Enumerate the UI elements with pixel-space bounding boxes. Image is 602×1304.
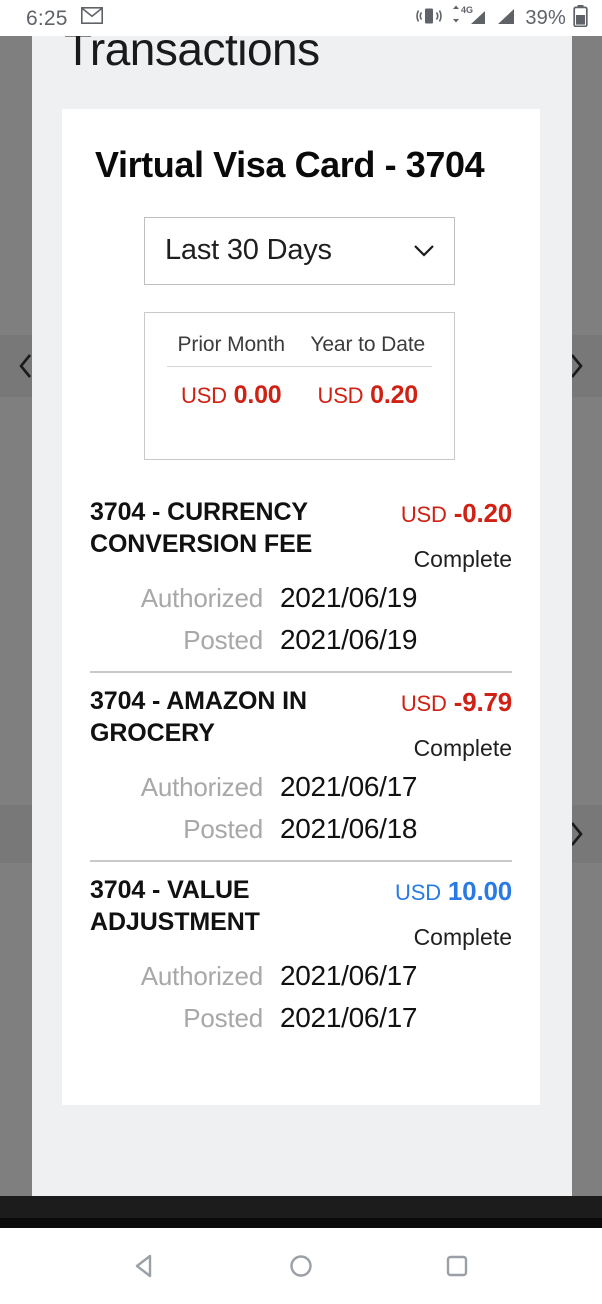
transaction-posted-line: Posted 2021/06/18 xyxy=(90,808,512,850)
status-bar-right: 4G 39% xyxy=(416,4,588,32)
gmail-icon xyxy=(80,7,103,29)
table-row[interactable]: 3704 - CURRENCY CONVERSION FEE USD -0.20… xyxy=(90,484,512,671)
transaction-dates: Authorized 2021/06/17 Posted 2021/06/17 xyxy=(90,955,512,1039)
summary-currency-prior-month: USD xyxy=(181,382,227,408)
table-row[interactable]: 3704 - VALUE ADJUSTMENT USD 10.00 Comple… xyxy=(90,859,512,1049)
transaction-description: 3704 - VALUE ADJUSTMENT xyxy=(90,875,260,936)
chevron-down-icon xyxy=(414,245,434,257)
summary-value-year-to-date: USD 0.20 xyxy=(300,381,437,410)
status-badge: Complete xyxy=(413,734,512,761)
summary-col-prior-month: Prior Month xyxy=(163,333,300,366)
transaction-amount: USD -9.79 xyxy=(354,687,512,718)
summary-box: Prior Month Year to Date USD 0.00 USD 0.… xyxy=(144,311,455,460)
summary-divider xyxy=(167,365,432,367)
back-button[interactable] xyxy=(122,1243,168,1289)
transaction-posted-line: Posted 2021/06/19 xyxy=(90,619,512,661)
transaction-posted-date: 2021/06/18 xyxy=(280,812,418,844)
transaction-amount-block: USD -0.20 Complete xyxy=(354,496,512,573)
svg-text:4G: 4G xyxy=(461,5,473,15)
status-clock: 6:25 xyxy=(26,6,68,30)
transaction-description: 3704 - AMAZON IN GROCERY xyxy=(90,686,307,747)
transaction-value: 10.00 xyxy=(447,875,512,906)
transaction-header: 3704 - AMAZON IN GROCERY USD -9.79 Compl… xyxy=(90,685,512,762)
back-triangle-icon xyxy=(135,1254,152,1278)
battery-icon xyxy=(573,4,588,32)
transaction-dates: Authorized 2021/06/19 Posted 2021/06/19 xyxy=(90,577,512,661)
transaction-posted-date: 2021/06/17 xyxy=(280,1001,418,1033)
transaction-description: 3704 - CURRENCY CONVERSION FEE xyxy=(90,497,313,558)
summary-headers-row: Prior Month Year to Date xyxy=(163,333,436,366)
status-badge: Complete xyxy=(413,545,512,572)
transaction-posted-date: 2021/06/19 xyxy=(280,623,418,655)
summary-value-prior-month-wrap: USD 0.00 xyxy=(163,381,300,410)
summary-header-prior-month: Prior Month xyxy=(177,332,286,356)
home-circle-icon xyxy=(290,1255,312,1277)
transaction-header: 3704 - CURRENCY CONVERSION FEE USD -0.20… xyxy=(90,496,512,573)
transaction-posted-label: Posted xyxy=(183,1002,263,1033)
transaction-authorized-line: Authorized 2021/06/17 xyxy=(90,766,512,808)
transaction-authorized-label: Authorized xyxy=(140,960,264,991)
transactions-card: Virtual Visa Card - 3704 Last 30 Days Pr… xyxy=(62,109,540,1105)
transaction-posted-line: Posted 2021/06/17 xyxy=(90,997,512,1039)
transaction-authorized-date: 2021/06/17 xyxy=(280,959,418,991)
transaction-amount: USD 10.00 xyxy=(354,876,512,907)
date-range-select[interactable]: Last 30 Days xyxy=(144,216,455,285)
vibrate-icon xyxy=(416,6,443,31)
transaction-amount-block: USD 10.00 Complete xyxy=(354,874,512,951)
transaction-authorized-line: Authorized 2021/06/19 xyxy=(90,577,512,619)
date-range-value: Last 30 Days xyxy=(165,234,332,267)
transaction-currency: USD xyxy=(400,501,447,527)
home-button[interactable] xyxy=(278,1243,324,1289)
transaction-authorized-line: Authorized 2021/06/17 xyxy=(90,955,512,997)
transaction-posted-label: Posted xyxy=(183,813,263,844)
transaction-posted-label: Posted xyxy=(183,624,263,655)
summary-amount-year-to-date: 0.20 xyxy=(370,380,418,409)
battery-percent-label: 39% xyxy=(525,6,566,29)
page-title: Transactions xyxy=(64,36,320,75)
android-nav-bar xyxy=(0,1228,602,1304)
transaction-authorized-date: 2021/06/19 xyxy=(280,581,418,613)
transaction-list: 3704 - CURRENCY CONVERSION FEE USD -0.20… xyxy=(62,484,540,1049)
page-container: Transactions Virtual Visa Card - 3704 La… xyxy=(32,36,572,1196)
transaction-currency: USD xyxy=(400,690,447,716)
summary-header-year-to-date: Year to Date xyxy=(310,332,426,356)
transaction-authorized-label: Authorized xyxy=(140,771,264,802)
summary-col-year-to-date: Year to Date xyxy=(300,333,437,366)
browser-bottom-edge xyxy=(0,1218,602,1228)
summary-currency-year-to-date: USD xyxy=(317,382,364,408)
transaction-amount: USD -0.20 xyxy=(354,498,512,529)
transaction-dates: Authorized 2021/06/17 Posted 2021/06/18 xyxy=(90,766,512,850)
status-bar-left: 6:25 xyxy=(26,7,103,29)
transaction-authorized-date: 2021/06/17 xyxy=(280,770,418,802)
transaction-header: 3704 - VALUE ADJUSTMENT USD 10.00 Comple… xyxy=(90,874,512,951)
recents-square-icon xyxy=(446,1255,468,1277)
recents-button[interactable] xyxy=(434,1243,480,1289)
transaction-value: -9.79 xyxy=(453,686,512,717)
table-row[interactable]: 3704 - AMAZON IN GROCERY USD -9.79 Compl… xyxy=(90,670,512,860)
transaction-value: -0.20 xyxy=(453,497,512,528)
card-title: Virtual Visa Card - 3704 xyxy=(95,144,485,185)
summary-value-prior-month: USD 0.00 xyxy=(163,381,300,410)
transaction-authorized-label: Authorized xyxy=(140,582,264,613)
summary-amount-prior-month: 0.00 xyxy=(233,380,282,409)
transaction-amount-block: USD -9.79 Complete xyxy=(354,685,512,762)
transaction-currency: USD xyxy=(395,879,441,905)
signal-bars-icon-2 xyxy=(494,5,516,31)
summary-value-year-to-date-wrap: USD 0.20 xyxy=(300,381,437,410)
status-badge: Complete xyxy=(413,923,512,950)
status-bar: 6:25 4G 39% xyxy=(0,0,602,36)
summary-values-row: USD 0.00 USD 0.20 xyxy=(163,381,436,410)
signal-bars-icon: 4G xyxy=(449,5,487,31)
